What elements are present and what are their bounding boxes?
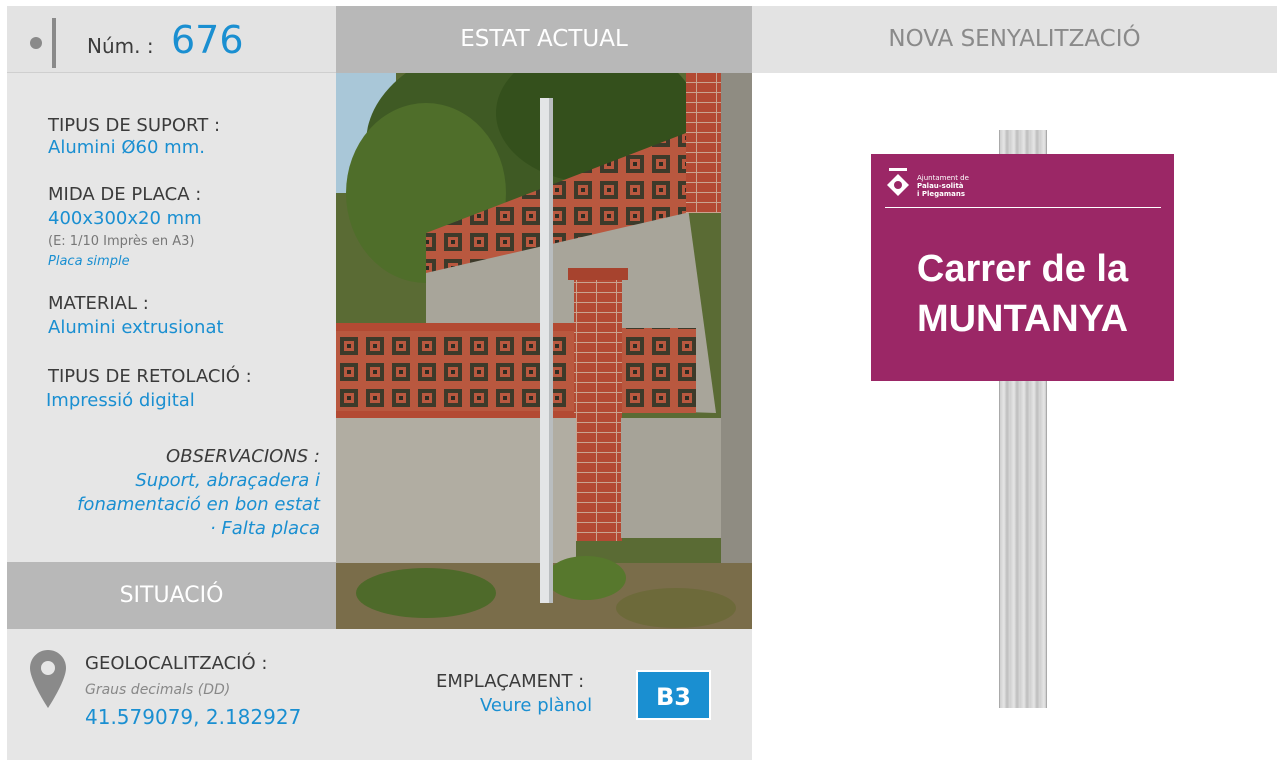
town-logo-text: Ajuntament de Palau-solità i Plegamans bbox=[917, 174, 969, 198]
placement-badge: B3 bbox=[636, 670, 711, 720]
street-sign-plate: Ajuntament de Palau-solità i Plegamans C… bbox=[871, 154, 1174, 381]
number-label: Núm. : bbox=[87, 34, 154, 58]
observations-label: OBSERVACIONS : bbox=[166, 446, 320, 467]
geolocation-format: Graus decimals (DD) bbox=[85, 682, 231, 698]
street-name-line: Carrer de la bbox=[916, 248, 1129, 290]
plate-scale: (E: 1/10 Imprès en A3) bbox=[48, 234, 195, 249]
observations-line: fonamentació en bon estat bbox=[77, 494, 320, 515]
location-pin-icon bbox=[30, 650, 66, 708]
number-value: 676 bbox=[171, 18, 244, 62]
number-header: Núm. : 676 bbox=[7, 6, 336, 73]
street-name: Carrer de la MUNTANYA bbox=[871, 244, 1174, 344]
logo-line: i Plegamans bbox=[917, 190, 966, 198]
observations-line: Suport, abraçadera i bbox=[135, 470, 320, 491]
material-label: MATERIAL : bbox=[48, 293, 149, 314]
town-crest-icon bbox=[887, 168, 909, 196]
left-panel: Núm. : 676 TIPUS DE SUPORT : Alumini Ø60… bbox=[7, 6, 336, 760]
logo-line: Palau-solità bbox=[917, 182, 964, 190]
material-value: Alumini extrusionat bbox=[48, 317, 224, 338]
new-signage-header: NOVA SENYALITZACIÓ bbox=[752, 6, 1277, 73]
plate-size-value: 400x300x20 mm bbox=[48, 208, 202, 229]
geolocation-value: 41.579079, 2.182927 bbox=[85, 705, 302, 729]
plate-type: Placa simple bbox=[48, 254, 130, 269]
geolocation-label: GEOLOCALITZACIÓ : bbox=[85, 653, 268, 674]
current-state-header: ESTAT ACTUAL bbox=[336, 6, 752, 73]
situacio-header: SITUACIÓ bbox=[7, 562, 336, 629]
plate-size-label: MIDA DE PLACA : bbox=[48, 184, 202, 205]
placement-label: EMPLAÇAMENT : bbox=[436, 671, 585, 692]
current-state-photo bbox=[336, 73, 752, 629]
lettering-label: TIPUS DE RETOLACIÓ : bbox=[48, 366, 252, 387]
logo-line: Ajuntament de bbox=[917, 174, 969, 182]
photo-illustration bbox=[336, 73, 752, 629]
placement-link[interactable]: Veure plànol bbox=[480, 695, 592, 716]
divider-bar bbox=[52, 18, 56, 68]
observations-line: · Falta placa bbox=[209, 518, 320, 539]
support-type-value: Alumini Ø60 mm. bbox=[48, 137, 205, 158]
street-name-line: MUNTANYA bbox=[916, 298, 1129, 340]
bullet-icon bbox=[30, 37, 42, 49]
sign-divider bbox=[885, 207, 1161, 208]
support-type-label: TIPUS DE SUPORT : bbox=[48, 115, 221, 136]
observations: OBSERVACIONS : Suport, abraçadera i fona… bbox=[77, 445, 320, 541]
lettering-value: Impressió digital bbox=[46, 390, 195, 411]
